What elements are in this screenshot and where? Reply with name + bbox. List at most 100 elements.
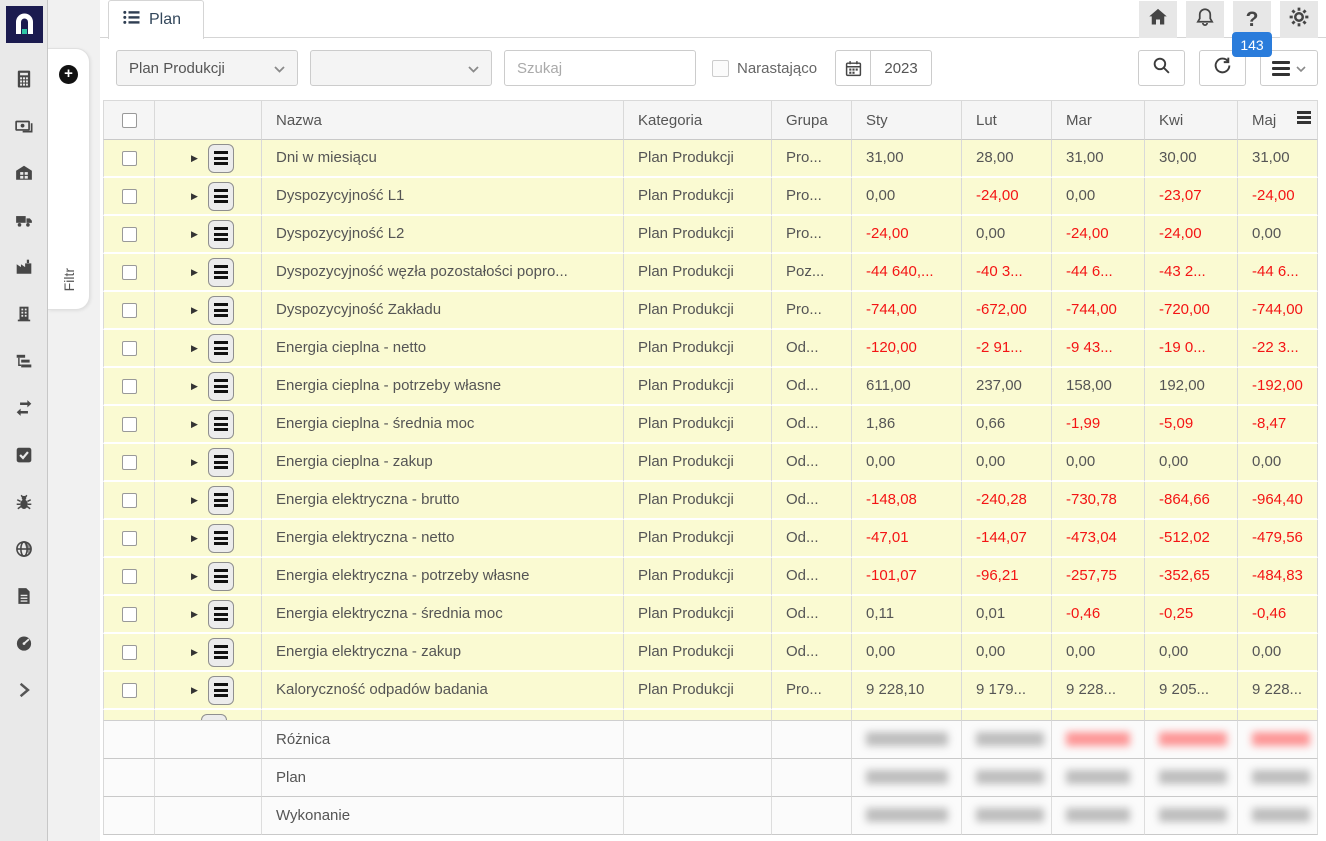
secondary-select[interactable] bbox=[310, 50, 492, 86]
row-menu-button[interactable] bbox=[208, 676, 234, 705]
column-header-Grupa[interactable]: Grupa bbox=[772, 100, 852, 140]
home-button[interactable] bbox=[1139, 1, 1177, 38]
value-cell: 0,00 bbox=[1052, 444, 1145, 482]
expand-arrow-icon[interactable]: ▶ bbox=[191, 216, 198, 252]
hierarchy-list-icon[interactable] bbox=[15, 352, 33, 370]
add-filter-button[interactable]: + bbox=[59, 65, 78, 84]
value-cell: -352,65 bbox=[1145, 558, 1238, 596]
expand-arrow-icon[interactable]: ▶ bbox=[191, 482, 198, 518]
row-menu-button[interactable] bbox=[208, 258, 234, 287]
row-select-cell bbox=[103, 482, 155, 520]
row-checkbox[interactable] bbox=[122, 341, 137, 356]
row-menu-button[interactable] bbox=[208, 372, 234, 401]
row-checkbox[interactable] bbox=[122, 607, 137, 622]
chevron-right-icon[interactable] bbox=[15, 681, 33, 699]
row-controls-cell: ▶ bbox=[155, 482, 262, 520]
office-building-icon[interactable] bbox=[15, 305, 33, 323]
search-input[interactable] bbox=[504, 50, 696, 86]
home-icon bbox=[1148, 7, 1168, 32]
column-header-Mar[interactable]: Mar bbox=[1052, 100, 1145, 140]
column-header-Maj[interactable]: Maj bbox=[1238, 100, 1318, 140]
cumulative-toggle[interactable]: Narastająco bbox=[712, 60, 817, 77]
row-checkbox[interactable] bbox=[122, 265, 137, 280]
row-menu-button[interactable] bbox=[208, 486, 234, 515]
column-header-Nazwa[interactable]: Nazwa bbox=[262, 100, 624, 140]
row-checkbox[interactable] bbox=[122, 227, 137, 242]
row-group-cell: Pro... bbox=[772, 672, 852, 710]
tab-plan[interactable]: Plan bbox=[108, 0, 204, 39]
column-header-Kategoria[interactable]: Kategoria bbox=[624, 100, 772, 140]
row-checkbox[interactable] bbox=[122, 683, 137, 698]
row-menu-button[interactable] bbox=[208, 334, 234, 363]
row-checkbox[interactable] bbox=[122, 417, 137, 432]
expand-arrow-icon[interactable]: ▶ bbox=[191, 596, 198, 632]
expand-arrow-icon[interactable]: ▶ bbox=[191, 178, 198, 214]
row-checkbox[interactable] bbox=[122, 645, 137, 660]
search-button[interactable] bbox=[1138, 50, 1185, 86]
expand-arrow-icon[interactable]: ▶ bbox=[191, 520, 198, 556]
row-checkbox[interactable] bbox=[122, 151, 137, 166]
gauge-icon[interactable] bbox=[15, 634, 33, 652]
row-checkbox[interactable] bbox=[122, 189, 137, 204]
row-menu-button[interactable] bbox=[208, 448, 234, 477]
filter-panel-label: Filtr bbox=[61, 268, 77, 291]
select-all-checkbox[interactable] bbox=[122, 113, 137, 128]
select-all-cell[interactable] bbox=[103, 100, 155, 140]
row-menu-button[interactable] bbox=[208, 296, 234, 325]
truck-icon[interactable] bbox=[15, 211, 33, 229]
warehouse-icon[interactable] bbox=[15, 164, 33, 182]
calculator-icon[interactable] bbox=[15, 70, 33, 88]
expand-arrow-icon[interactable]: ▶ bbox=[191, 634, 198, 670]
row-checkbox[interactable] bbox=[122, 455, 137, 470]
table-row: ▶Energia cieplna - zakupPlan ProdukcjiOd… bbox=[103, 444, 1318, 482]
column-header-Lut[interactable]: Lut bbox=[962, 100, 1052, 140]
cumulative-checkbox[interactable] bbox=[712, 60, 729, 77]
bug-icon[interactable] bbox=[15, 493, 33, 511]
year-value: 2023 bbox=[871, 51, 931, 85]
expand-arrow-icon[interactable]: ▶ bbox=[191, 672, 198, 708]
row-menu-button[interactable] bbox=[208, 410, 234, 439]
row-menu-button[interactable] bbox=[208, 600, 234, 629]
expand-arrow-icon[interactable]: ▶ bbox=[191, 558, 198, 594]
repeat-icon[interactable] bbox=[15, 399, 33, 417]
filter-panel[interactable]: + Filtr bbox=[48, 48, 90, 310]
summary-cell bbox=[962, 759, 1052, 797]
notifications-button[interactable] bbox=[1186, 1, 1224, 38]
factory-icon[interactable] bbox=[15, 258, 33, 276]
row-menu-button[interactable] bbox=[208, 638, 234, 667]
globe-icon[interactable] bbox=[15, 540, 33, 558]
row-checkbox[interactable] bbox=[122, 303, 137, 318]
document-icon[interactable] bbox=[15, 587, 33, 605]
checked-task-icon[interactable] bbox=[15, 446, 33, 464]
value-cell: -44 6... bbox=[1238, 254, 1318, 292]
row-menu-button[interactable] bbox=[208, 220, 234, 249]
expand-arrow-icon[interactable]: ▶ bbox=[191, 292, 198, 328]
view-select[interactable]: Plan Produkcji bbox=[116, 50, 298, 86]
expand-arrow-icon[interactable]: ▶ bbox=[191, 406, 198, 442]
banknote-icon[interactable] bbox=[15, 117, 33, 135]
year-picker[interactable]: 2023 bbox=[835, 50, 932, 86]
row-menu-button[interactable] bbox=[208, 144, 234, 173]
help-button[interactable]: ? 143 bbox=[1233, 1, 1271, 38]
column-header-empty[interactable] bbox=[155, 100, 262, 140]
row-checkbox[interactable] bbox=[122, 493, 137, 508]
settings-button[interactable] bbox=[1280, 1, 1318, 38]
row-menu-button[interactable] bbox=[208, 562, 234, 591]
column-header-Sty[interactable]: Sty bbox=[852, 100, 962, 140]
column-header-Kwi[interactable]: Kwi bbox=[1145, 100, 1238, 140]
expand-arrow-icon[interactable]: ▶ bbox=[191, 140, 198, 176]
expand-arrow-icon[interactable]: ▶ bbox=[191, 254, 198, 290]
row-group-cell: Od... bbox=[772, 634, 852, 672]
row-checkbox[interactable] bbox=[122, 531, 137, 546]
expand-arrow-icon[interactable]: ▶ bbox=[191, 444, 198, 480]
row-name-cell: Energia elektryczna - brutto bbox=[262, 482, 624, 520]
column-options-icon[interactable] bbox=[1294, 108, 1314, 127]
expand-arrow-icon[interactable]: ▶ bbox=[191, 368, 198, 404]
row-checkbox[interactable] bbox=[122, 379, 137, 394]
row-checkbox[interactable] bbox=[122, 569, 137, 584]
row-name-cell: Energia elektryczna - netto bbox=[262, 520, 624, 558]
expand-arrow-icon[interactable]: ▶ bbox=[191, 330, 198, 366]
row-menu-button[interactable] bbox=[208, 524, 234, 553]
row-menu-button[interactable] bbox=[208, 182, 234, 211]
app-logo[interactable] bbox=[6, 6, 43, 43]
